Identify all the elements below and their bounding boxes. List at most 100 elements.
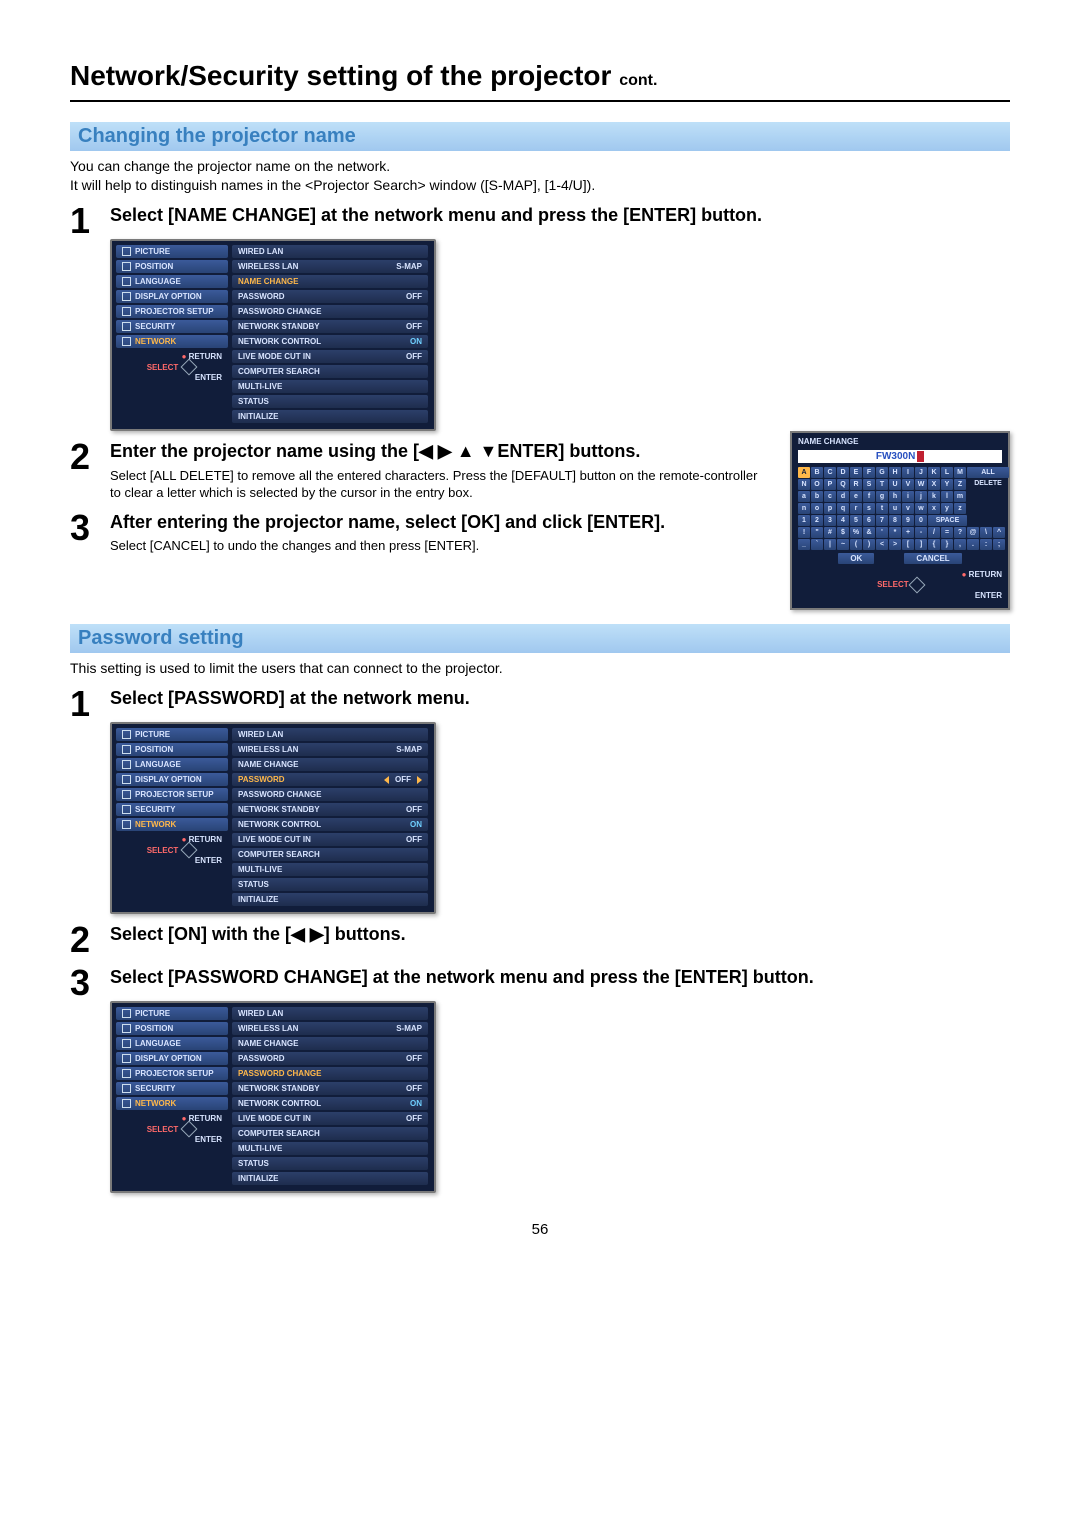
- osd-footer: ● RETURN SELECT ENTER: [116, 350, 228, 386]
- section-heading-password: Password setting: [70, 624, 1010, 653]
- menu-category-icon: [122, 775, 131, 784]
- keypad-key: ,: [954, 539, 966, 550]
- osd-left-item: NETWORK: [116, 818, 228, 831]
- osd-left-item: DISPLAY OPTION: [116, 1052, 228, 1065]
- osd-row: PASSWORD CHANGE: [232, 305, 428, 318]
- menu-category-icon: [122, 790, 131, 799]
- step3-head: After entering the projector name, selec…: [110, 512, 770, 534]
- osd-row: INITIALIZE: [232, 1172, 428, 1185]
- keypad-key: J: [915, 467, 927, 478]
- left-arrow-icon: [384, 776, 389, 784]
- keypad-key: *: [889, 527, 901, 538]
- osd-row: NETWORK STANDBYOFF: [232, 803, 428, 816]
- osd-row: LIVE MODE CUT INOFF: [232, 350, 428, 363]
- keypad-key: -: [915, 527, 927, 538]
- menu-category-icon: [122, 730, 131, 739]
- osd-row: MULTI-LIVE: [232, 380, 428, 393]
- keypad-key: N: [798, 479, 810, 490]
- s2-step2-head: Select [ON] with the [◀ ▶] buttons.: [110, 924, 1010, 946]
- menu-category-icon: [122, 1039, 131, 1048]
- dpad-icon: [183, 361, 195, 373]
- keypad-key: P: [824, 479, 836, 490]
- osd-row: STATUS: [232, 395, 428, 408]
- keypad-key: m: [954, 491, 966, 502]
- keypad-key: o: [811, 503, 823, 514]
- osd-left-item: PROJECTOR SETUP: [116, 788, 228, 801]
- osd-screenshot-a: PICTUREPOSITIONLANGUAGEDISPLAY OPTIONPRO…: [110, 239, 1010, 431]
- keypad-key: c: [824, 491, 836, 502]
- keypad-key: e: [850, 491, 862, 502]
- keypad-key: ': [876, 527, 888, 538]
- menu-category-icon: [122, 760, 131, 769]
- osd-row: PASSWORDOFF: [232, 290, 428, 303]
- keypad-key: f: [863, 491, 875, 502]
- keypad-key: A: [798, 467, 810, 478]
- keypad-key: /: [928, 527, 940, 538]
- keypad-key: b: [811, 491, 823, 502]
- osd-row: STATUS: [232, 878, 428, 891]
- osd-left-item: SECURITY: [116, 1082, 228, 1095]
- section1-desc: You can change the projector name on the…: [70, 157, 1010, 195]
- keypad-key: 2: [811, 515, 823, 526]
- keypad-key: d: [837, 491, 849, 502]
- cursor-icon: [917, 451, 924, 462]
- keypad-key: >: [889, 539, 901, 550]
- osd-row: MULTI-LIVE: [232, 863, 428, 876]
- keypad-key: s: [863, 503, 875, 514]
- step-number: 2: [70, 441, 110, 502]
- osd-row: MULTI-LIVE: [232, 1142, 428, 1155]
- keypad-key: x: [928, 503, 940, 514]
- menu-category-icon: [122, 1069, 131, 1078]
- osd-left-item: PICTURE: [116, 1007, 228, 1020]
- keypad-key: #: [824, 527, 836, 538]
- keypad-key: |: [824, 539, 836, 550]
- osd-row: NAME CHANGE: [232, 1037, 428, 1050]
- keypad-key: ^: [993, 527, 1005, 538]
- keypad-key: I: [902, 467, 914, 478]
- keypad-key: O: [811, 479, 823, 490]
- keypad-key: 8: [889, 515, 901, 526]
- keypad-key: ?: [954, 527, 966, 538]
- keypad-key: {: [928, 539, 940, 550]
- osd-row: PASSWORD CHANGE: [232, 788, 428, 801]
- keypad-key: W: [915, 479, 927, 490]
- menu-category-icon: [122, 745, 131, 754]
- keypad-key: 5: [850, 515, 862, 526]
- keypad-key: g: [876, 491, 888, 502]
- osd-row: COMPUTER SEARCH: [232, 848, 428, 861]
- keypad-key: Y: [941, 479, 953, 490]
- osd-row: INITIALIZE: [232, 893, 428, 906]
- section2-desc: This setting is used to limit the users …: [70, 659, 1010, 678]
- osd-row: WIRED LAN: [232, 245, 428, 258]
- osd-row: LIVE MODE CUT INOFF: [232, 833, 428, 846]
- osd-left-item: DISPLAY OPTION: [116, 290, 228, 303]
- keypad-key: w: [915, 503, 927, 514]
- osd-row: STATUS: [232, 1157, 428, 1170]
- osd-row: WIRELESS LANS-MAP: [232, 260, 428, 273]
- step-number: 2: [70, 924, 110, 956]
- osd-footer: ● RETURN SELECT ENTER: [116, 1112, 228, 1148]
- dpad-icon: [183, 1123, 195, 1135]
- keypad-key: `: [811, 539, 823, 550]
- menu-category-icon: [122, 292, 131, 301]
- step1-head: Select [NAME CHANGE] at the network menu…: [110, 205, 1010, 227]
- keypad-key: 7: [876, 515, 888, 526]
- keypad-key: +: [902, 527, 914, 538]
- keypad-key: <: [876, 539, 888, 550]
- osd-left-item: NETWORK: [116, 1097, 228, 1110]
- keypad-key: ": [811, 527, 823, 538]
- osd-left-item: SECURITY: [116, 803, 228, 816]
- page-title-main: Network/Security setting of the projecto…: [70, 60, 611, 91]
- keypad-key: .: [967, 539, 979, 550]
- keypad-key: t: [876, 503, 888, 514]
- keypad-key: F: [863, 467, 875, 478]
- osd-left-item: POSITION: [116, 1022, 228, 1035]
- menu-category-icon: [122, 1054, 131, 1063]
- osd-left-item: PROJECTOR SETUP: [116, 305, 228, 318]
- keypad-key: q: [837, 503, 849, 514]
- osd-row: WIRED LAN: [232, 1007, 428, 1020]
- keypad-key: L: [941, 467, 953, 478]
- keypad-key-all-delete: ALL DELETE: [967, 467, 1009, 478]
- osd-row: NETWORK STANDBYOFF: [232, 1082, 428, 1095]
- dpad-icon: [183, 844, 195, 856]
